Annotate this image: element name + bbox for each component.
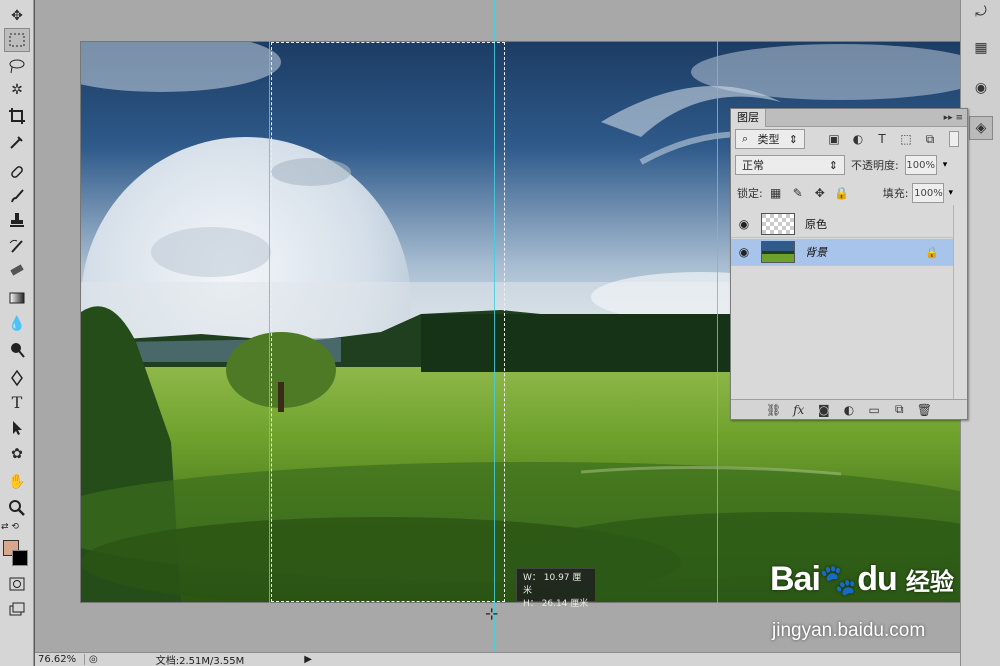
selection-marquee[interactable] (271, 42, 505, 602)
quick-mask-icon[interactable] (4, 572, 30, 596)
cursor-icon: ⊹ (485, 604, 499, 623)
lock-image-icon[interactable]: ✎ (789, 184, 807, 202)
eye-icon[interactable]: ◉ (731, 217, 757, 231)
lock-icon: 🔒 (925, 245, 939, 259)
link-layers-icon[interactable]: ⛓ (765, 401, 783, 419)
layer-name: 原色 (805, 218, 827, 231)
paw-icon: 🐾 (819, 563, 858, 598)
search-icon: ⌕ (742, 132, 749, 145)
magic-wand-icon[interactable]: ✲ (4, 78, 30, 102)
path-select-icon[interactable] (4, 416, 30, 440)
group-folder-icon[interactable]: ▭ (865, 401, 883, 419)
panel-menu-icon[interactable]: ▸▸ ≡ (940, 113, 967, 123)
move-icon[interactable]: ✥ (4, 4, 30, 28)
layers-scrollbar[interactable] (953, 205, 967, 400)
guide-line[interactable] (717, 0, 718, 652)
selection-size-tooltip: W： 10.97 厘米 H： 26.14 厘米 (516, 568, 596, 609)
lock-position-icon[interactable]: ✥ (811, 184, 829, 202)
fill-slider-arrow[interactable]: ▾ (948, 188, 953, 198)
type-filter-icon[interactable]: T (873, 130, 891, 148)
swap-colors-icon[interactable]: ⇄ ⟲ (1, 522, 19, 532)
new-layer-icon[interactable]: ⧉ (890, 401, 908, 419)
hand-icon[interactable]: ✋ (4, 470, 30, 494)
status-menu-arrow[interactable]: ▶ (304, 654, 312, 665)
layer-row-背景[interactable]: ◉ 背景 🔒 (731, 239, 953, 266)
tools-panel: ✥ ✲ 💧 T ✿ ✋ ⇄ ⟲ (0, 0, 34, 666)
adjustments-panel-icon[interactable]: ▦ (969, 36, 993, 60)
crop-icon[interactable] (4, 104, 30, 128)
chevron-down-icon: ⇕ (788, 132, 798, 146)
blend-mode-select[interactable]: 正常 ⇕ (735, 155, 845, 175)
layer-filter-select[interactable]: ⌕ 类型 ⇕ (735, 129, 805, 149)
fill-label: 填充: (882, 187, 909, 200)
lock-label: 锁定: (737, 187, 763, 200)
dodge-icon[interactable] (4, 338, 30, 362)
watermark-logo: Bai (770, 560, 821, 598)
info-icon[interactable]: ◎ (89, 654, 98, 665)
eyedropper-icon[interactable] (4, 130, 30, 154)
lock-all-icon[interactable]: 🔒 (833, 184, 851, 202)
guide-line[interactable] (269, 0, 270, 652)
smart-object-filter-icon[interactable]: ⧉ (921, 130, 939, 148)
opacity-label: 不透明度: (851, 159, 899, 172)
status-bar: 76.62% ◎ 文档:2.51M/3.55M ▶ (35, 652, 960, 666)
photoshop-window: ✥ ✲ 💧 T ✿ ✋ ⇄ ⟲ W： 10.97 厘米 H： 26.14 厘米 … (0, 0, 1000, 666)
zoom-icon[interactable] (4, 496, 30, 520)
baidu-watermark: Bai🐾du 经验 (770, 560, 954, 599)
lasso-icon[interactable] (4, 54, 30, 78)
eraser-icon[interactable] (4, 258, 30, 282)
watermark-url: jingyan.baidu.com (772, 620, 926, 641)
blend-mode-value: 正常 (742, 159, 764, 172)
marquee-icon[interactable] (4, 28, 30, 52)
history-brush-icon[interactable] (4, 234, 30, 258)
healing-icon[interactable] (4, 160, 30, 184)
add-mask-icon[interactable]: ◙ (815, 401, 833, 419)
layer-thumbnail (761, 241, 795, 263)
chevron-down-icon: ⇕ (828, 158, 838, 172)
channels-panel-icon[interactable]: ◉ (969, 76, 993, 100)
layers-tab[interactable]: 图层 (731, 108, 766, 127)
layers-panel-icon[interactable]: ◈ (969, 116, 993, 140)
background-color-swatch[interactable] (12, 550, 28, 566)
pixel-filter-icon[interactable]: ▣ (825, 130, 843, 148)
blur-icon[interactable]: 💧 (4, 312, 30, 336)
watermark-cn: 经验 (905, 568, 954, 596)
pen-icon[interactable] (4, 366, 30, 390)
layer-name: 背景 (805, 246, 827, 259)
lock-transparent-icon[interactable]: ▦ (767, 184, 785, 202)
brush-icon[interactable] (4, 184, 30, 208)
width-readout: W： 10.97 厘米 (523, 573, 582, 596)
screen-mode-icon[interactable] (4, 598, 30, 622)
filter-toggle[interactable] (949, 131, 959, 147)
height-readout: H： 26.14 厘米 (523, 599, 589, 609)
eye-icon[interactable]: ◉ (731, 245, 757, 259)
fill-input[interactable]: 100% (912, 183, 945, 203)
gradient-icon[interactable] (4, 286, 30, 310)
layer-style-icon[interactable]: fx (790, 401, 808, 419)
filter-value: 类型 (757, 133, 780, 146)
shape-filter-icon[interactable]: ⬚ (897, 130, 915, 148)
trash-icon[interactable]: 🗑 (915, 401, 933, 419)
adjustment-layer-icon[interactable]: ◐ (840, 401, 858, 419)
layer-thumbnail (761, 213, 795, 235)
layers-panel: 图层 ▸▸ ≡ ⌕ 类型 ⇕ ▣ ◐ T ⬚ ⧉ 正常 ⇕ 不透明度: 100%… (730, 108, 968, 420)
shape-icon[interactable]: ✿ (4, 442, 30, 466)
stamp-icon[interactable] (4, 208, 30, 232)
type-icon[interactable]: T (4, 390, 30, 414)
opacity-slider-arrow[interactable]: ▾ (943, 160, 948, 170)
zoom-level[interactable]: 76.62% (35, 654, 85, 665)
document-size: 文档:2.51M/3.55M (155, 656, 245, 666)
adjustment-filter-icon[interactable]: ◐ (849, 130, 867, 148)
layers-footer: ⛓ fx ◙ ◐ ▭ ⧉ 🗑 (731, 399, 967, 419)
watermark-logo-2: du (857, 560, 898, 598)
layer-row-原色[interactable]: ◉ 原色 (731, 211, 953, 238)
opacity-input[interactable]: 100% (904, 155, 937, 175)
history-panel-icon[interactable]: ⤾ (969, 0, 993, 24)
